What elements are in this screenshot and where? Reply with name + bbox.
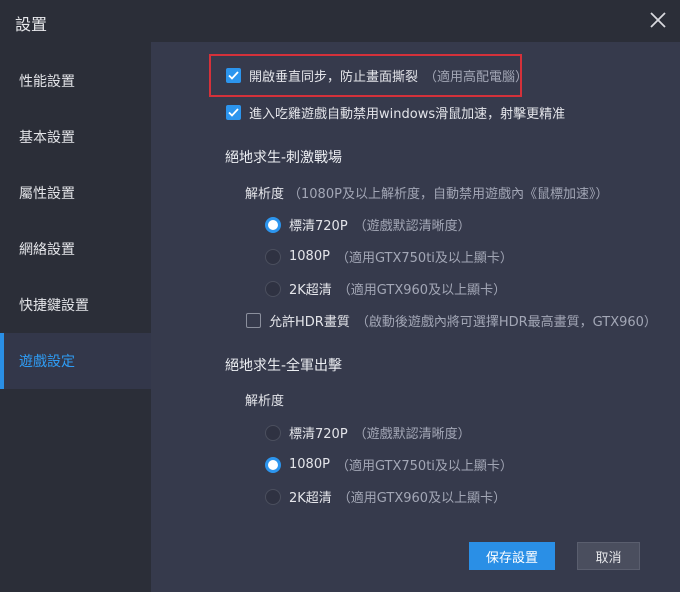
s1-resolution-1080p[interactable]: 1080P （適用GTX750ti及以上顯卡） — [265, 247, 513, 266]
hdr-option[interactable]: 允許HDR畫質 （啟動後遊戲內將可選擇HDR最高畫質，GTX960） — [246, 311, 657, 330]
choice-hint: （適用GTX960及以上顯卡） — [337, 283, 507, 298]
resolution-heading: 解析度 （1080P及以上解析度，自動禁用遊戲內《鼠標加速》） — [245, 183, 608, 202]
resolution-label: 解析度 — [245, 187, 285, 202]
disable-mouse-accel-option[interactable]: 進入吃雞遊戲自動禁用windows滑鼠加速，射擊更精准 — [226, 103, 565, 122]
resolution-heading-2: 解析度 — [245, 390, 284, 409]
vsync-option[interactable]: 開啟垂直同步，防止畫面撕裂 （適用高配電腦） — [226, 66, 528, 85]
sidebar-item-network[interactable]: 網絡設置 — [0, 221, 151, 277]
vsync-hint: （適用高配電腦） — [424, 70, 529, 85]
s2-resolution-1080p[interactable]: 1080P （適用GTX750ti及以上顯卡） — [265, 455, 513, 474]
radio-720p[interactable] — [265, 216, 281, 233]
window-title: 設置 — [15, 15, 48, 34]
sidebar-item-label: 性能設置 — [19, 74, 75, 90]
settings-sidebar: 性能設置 基本設置 屬性設置 網絡設置 快捷鍵設置 遊戲設定 — [0, 42, 151, 592]
vsync-checkbox[interactable] — [226, 68, 241, 83]
hdr-label: 允許HDR畫質 — [269, 315, 350, 330]
disable-mouse-accel-label: 進入吃雞遊戲自動禁用windows滑鼠加速，射擊更精准 — [249, 107, 566, 122]
vsync-label: 開啟垂直同步，防止畫面撕裂 — [249, 70, 419, 85]
choice-label: 1080P — [289, 249, 330, 264]
sidebar-item-label: 基本設置 — [19, 130, 75, 146]
hdr-hint: （啟動後遊戲內將可選擇HDR最高畫質，GTX960） — [355, 315, 657, 330]
sidebar-item-label: 網絡設置 — [19, 242, 75, 258]
save-settings-button[interactable]: 保存設置 — [469, 542, 555, 570]
choice-label: 標清720P — [289, 219, 348, 234]
s2-resolution-2k[interactable]: 2K超清 （適用GTX960及以上顯卡） — [265, 487, 506, 506]
choice-label: 2K超清 — [289, 491, 332, 506]
section-title-pubg-mobile: 絕地求生-刺激戰場 — [225, 150, 343, 166]
game-settings-panel: 開啟垂直同步，防止畫面撕裂 （適用高配電腦） 進入吃雞遊戲自動禁用windows… — [151, 42, 680, 592]
choice-label: 標清720P — [289, 427, 348, 442]
radio-2k[interactable] — [265, 488, 281, 505]
s2-resolution-720p[interactable]: 標清720P （遊戲默認清晰度） — [265, 423, 471, 442]
radio-720p[interactable] — [265, 424, 281, 441]
sidebar-item-performance[interactable]: 性能設置 — [0, 53, 151, 109]
radio-1080p[interactable] — [265, 248, 281, 265]
choice-label: 2K超清 — [289, 283, 332, 298]
s1-resolution-720p[interactable]: 標清720P （遊戲默認清晰度） — [265, 215, 471, 234]
close-icon[interactable] — [646, 8, 670, 32]
radio-2k[interactable] — [265, 280, 281, 297]
sidebar-item-basic[interactable]: 基本設置 — [0, 109, 151, 165]
section-title-pubg-exhilarating: 絕地求生-全軍出擊 — [225, 358, 343, 374]
title-bar: 設置 — [0, 0, 680, 42]
check-icon — [228, 108, 239, 117]
sidebar-item-label: 屬性設置 — [19, 186, 75, 202]
sidebar-item-properties[interactable]: 屬性設置 — [0, 165, 151, 221]
choice-hint: （適用GTX750ti及以上顯卡） — [335, 459, 513, 474]
active-indicator — [0, 333, 4, 389]
resolution-hint: （1080P及以上解析度，自動禁用遊戲內《鼠標加速》） — [288, 187, 609, 202]
cancel-button[interactable]: 取消 — [577, 542, 640, 570]
choice-hint: （適用GTX960及以上顯卡） — [337, 491, 507, 506]
choice-hint: （適用GTX750ti及以上顯卡） — [335, 251, 513, 266]
check-icon — [228, 71, 239, 80]
sidebar-item-label: 遊戲設定 — [19, 354, 75, 370]
radio-1080p[interactable] — [265, 456, 281, 473]
choice-label: 1080P — [289, 457, 330, 472]
s1-resolution-2k[interactable]: 2K超清 （適用GTX960及以上顯卡） — [265, 279, 506, 298]
sidebar-item-shortcuts[interactable]: 快捷鍵設置 — [0, 277, 151, 333]
hdr-checkbox[interactable] — [246, 313, 261, 328]
disable-mouse-accel-checkbox[interactable] — [226, 105, 241, 120]
choice-hint: （遊戲默認清晰度） — [353, 427, 471, 442]
sidebar-item-label: 快捷鍵設置 — [19, 298, 89, 314]
choice-hint: （遊戲默認清晰度） — [353, 219, 471, 234]
sidebar-item-game-settings[interactable]: 遊戲設定 — [0, 333, 151, 389]
resolution-label: 解析度 — [245, 394, 285, 409]
